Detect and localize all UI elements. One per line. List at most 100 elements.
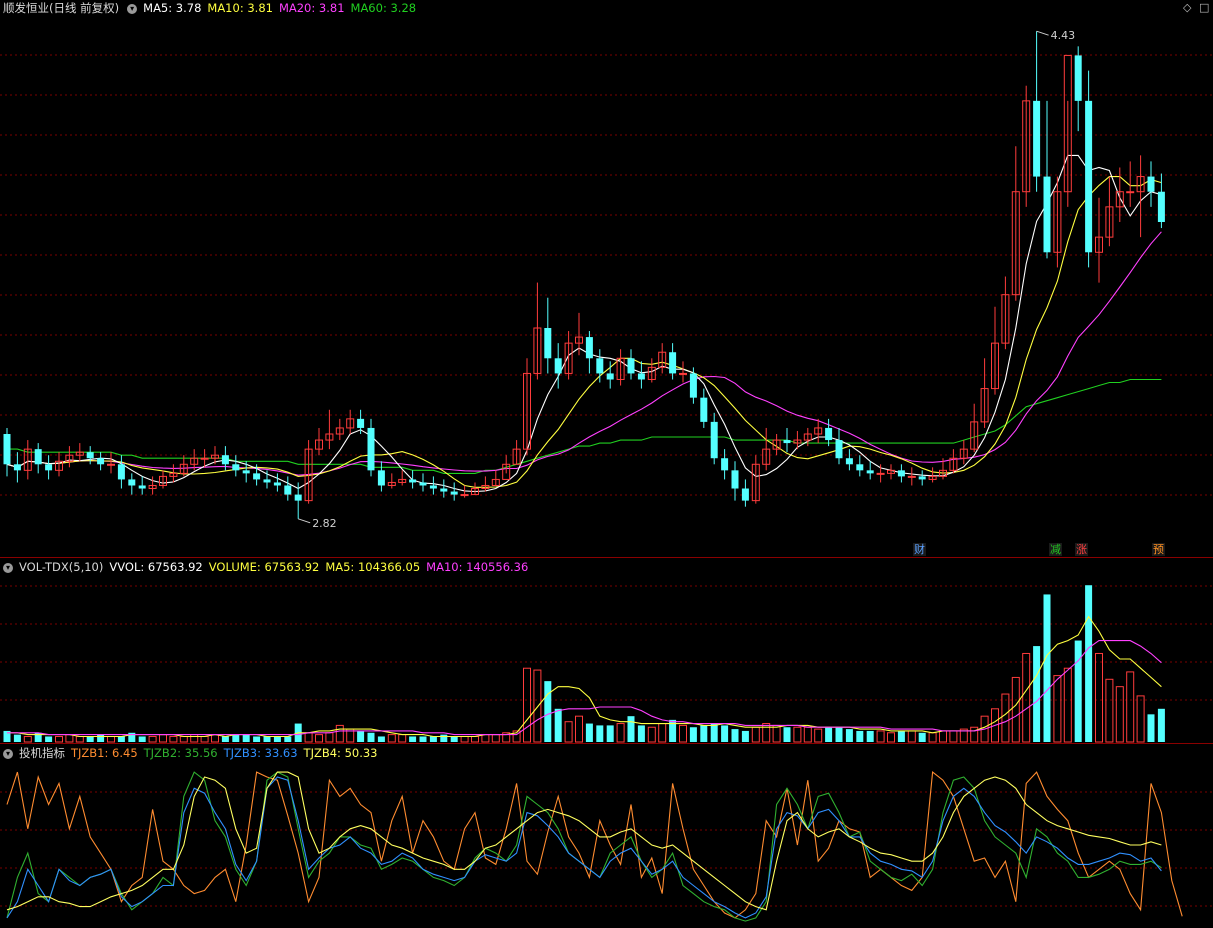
volume-bar [679,724,687,743]
tj3-label: TJZB3: 33.63 [223,746,298,760]
volume-bar [179,735,188,743]
stock-title: 顺发恒业(日线 前复权) [3,1,120,15]
volume-bar [897,730,905,742]
indicator-panel[interactable]: ▾ 投机指标 TJZB1: 6.45 TJZB2: 35.56 TJZB3: 33.63… [0,743,1213,928]
volume-label: VOLUME: 67563.92 [208,560,320,574]
volume-bar [357,730,365,742]
volume-bar [721,725,729,742]
volume-bar [751,726,760,743]
tag-finance[interactable]: 财 [913,543,926,556]
volume-bar [242,734,250,742]
volume-bar [533,669,542,743]
volume-bar [398,734,407,743]
vol-ma10-label: MA10: 140556.36 [426,560,529,574]
volume-bar [117,736,125,742]
volume-bar [866,730,874,742]
volume-bar [1063,667,1072,743]
volume-bar [65,734,74,743]
volume-bar [658,723,667,743]
volume-bar [45,736,53,742]
candle-body [866,470,874,474]
volume-bar [419,736,427,742]
volume-chart [0,585,1213,743]
candle-body [876,472,885,475]
ma10-line [6,176,1162,488]
price-panel[interactable]: 顺发恒业(日线 前复权) ▾ MA5: 3.78 MA10: 3.81 MA20: 3.… [0,0,1213,557]
volume-bar [1115,686,1124,743]
candle-body [731,470,739,489]
tj4-label: TJZB4: 50.33 [303,746,378,760]
volume-bar [138,736,146,742]
volume-bar [1033,646,1041,742]
vol-name: VOL-TDX(5,10) [19,560,104,574]
volume-bar [585,723,593,742]
volume-bar [637,725,645,742]
volume-bar [23,735,32,743]
tag-forecast[interactable]: 预 [1152,543,1165,556]
volume-panel[interactable]: ▾ VOL-TDX(5,10) VVOL: 67563.92 VOLUME: 6756… [0,557,1213,744]
volume-bar [1095,652,1103,743]
candle-body [138,485,146,489]
ma5-line [6,154,1162,493]
volume-bar [315,734,323,743]
ind-name: 投机指标 [19,746,65,760]
ma5-label: MA5: 3.78 [143,1,202,15]
tjzb2-line [6,771,1162,922]
volume-bar [606,725,614,742]
volume-bar [1053,675,1062,743]
candle-body [263,479,271,483]
price-header: 顺发恒业(日线 前复权) ▾ MA5: 3.78 MA10: 3.81 MA20: 3.… [3,0,422,16]
candle-body [440,488,448,492]
volume-bar [263,736,271,742]
volume-bar [596,725,604,742]
volume-bar [335,724,344,743]
volume-bar [887,732,895,743]
candle-body [627,358,635,374]
candle-body [710,421,718,459]
candle-body [460,494,469,497]
indicator-chart [0,771,1213,922]
candle-body [357,418,365,428]
vol-dropdown-icon[interactable]: ▾ [3,562,13,573]
ma60-label: MA60: 3.28 [350,1,417,15]
volume-bar [1022,652,1031,743]
low-price-label: 2.82 [312,517,337,530]
candle-body [200,457,209,460]
high-marker [1036,30,1049,36]
volume-bar [387,734,396,743]
volume-bar [253,736,261,742]
candle-body [585,337,593,359]
candle-body [377,470,385,486]
candle-body [1147,176,1155,192]
candle-body [825,427,833,441]
volume-bar [564,721,573,743]
candle-body [284,485,292,495]
volume-bar [1157,708,1165,742]
volume-header: ▾ VOL-TDX(5,10) VVOL: 67563.92 VOLUME: 6756… [3,559,534,575]
candle-body [128,479,136,486]
tag-reduce[interactable]: 减 [1049,543,1062,556]
candle-body [845,458,853,465]
volume-bar [440,734,448,742]
volume-bar [1043,594,1051,742]
volume-bar [273,736,281,742]
candle-body [1074,55,1082,101]
volume-bar [471,735,479,743]
volume-bar [1105,678,1114,743]
indicator-header: ▾ 投机指标 TJZB1: 6.45 TJZB2: 35.56 TJZB3: 33.63… [3,745,384,761]
volume-bar [845,729,853,742]
candle-body [554,358,562,374]
candle-body [450,491,458,495]
volume-bar [325,732,334,743]
ind-dropdown-icon[interactable]: ▾ [3,748,13,759]
volume-bar [523,667,531,743]
dropdown-icon[interactable]: ▾ [127,3,138,14]
tag-rise[interactable]: 涨 [1075,543,1088,556]
volume-bar [928,732,937,743]
volume-bar [211,734,219,743]
candle-body [409,479,417,483]
candle-body [679,372,687,375]
candle-body [669,352,677,374]
volume-bar [450,736,458,742]
volume-bar [169,735,178,743]
